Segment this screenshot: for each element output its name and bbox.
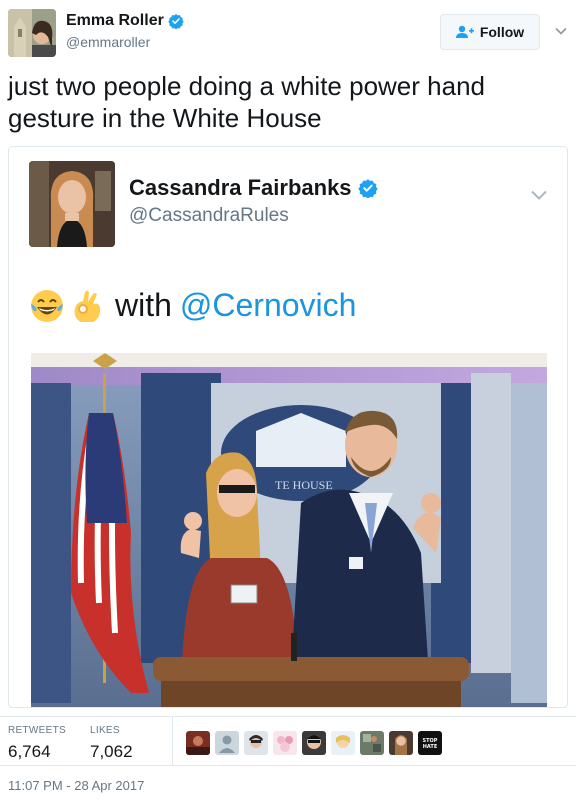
tweet-timestamp[interactable]: 11:07 PM - 28 Apr 2017 (8, 778, 144, 793)
svg-text:HATE: HATE (423, 744, 438, 750)
author-avatar[interactable] (8, 9, 56, 57)
mention-link[interactable]: @Cernovich (180, 287, 357, 324)
laughing-crying-emoji-icon (31, 289, 63, 322)
follow-button-label: Follow (479, 24, 525, 40)
tweet-header: Emma Roller @emmaroller Follow (0, 0, 576, 70)
verified-badge-icon (357, 179, 378, 198)
quoted-text-word: with (115, 287, 172, 323)
stats-divider (172, 717, 173, 765)
retweets-value: 6,764 (8, 742, 51, 761)
tweet-text: just two people doing a white power hand… (8, 71, 485, 133)
liker-avatar[interactable] (389, 731, 413, 755)
chevron-down-icon[interactable] (554, 24, 568, 38)
liker-avatar[interactable] (302, 731, 326, 755)
liker-avatar[interactable] (360, 731, 384, 755)
liker-avatars: STOP HATE (186, 731, 442, 755)
liker-avatar[interactable] (273, 731, 297, 755)
quoted-tweet-card[interactable]: Cassandra Fairbanks @CassandraRules with… (8, 146, 568, 708)
quoted-tweet-photo[interactable]: TE HOUSE (31, 353, 547, 707)
quoted-author-handle[interactable]: @CassandraRules (129, 205, 289, 227)
author-name[interactable]: Emma Roller (66, 12, 184, 30)
follow-button[interactable]: Follow (440, 14, 540, 50)
retweets-label: RETWEETS (8, 725, 66, 736)
ok-hand-emoji-icon (74, 290, 101, 322)
author-name-text[interactable]: Emma Roller (66, 12, 164, 30)
liker-avatar[interactable] (244, 731, 268, 755)
liker-avatar-stop-hate[interactable]: STOPHATE (418, 731, 442, 755)
add-user-icon (455, 25, 474, 38)
likes-value: 7,062 (90, 742, 133, 761)
retweet-count[interactable]: RETWEETS 6,764 (8, 725, 66, 762)
quoted-tweet-text: with @Cernovich (29, 287, 356, 324)
likes-label: LIKES (90, 725, 120, 736)
like-count[interactable]: LIKES 7,062 (90, 725, 133, 762)
quoted-author-name[interactable]: Cassandra Fairbanks (129, 175, 378, 201)
author-handle[interactable]: @emmaroller (66, 34, 150, 50)
quoted-author-avatar[interactable] (29, 161, 115, 247)
chevron-down-icon[interactable] (529, 185, 549, 205)
quoted-author-name-text[interactable]: Cassandra Fairbanks (129, 175, 352, 201)
default-avatar-icon[interactable] (215, 731, 239, 755)
verified-badge-icon (168, 14, 184, 29)
liker-avatar[interactable] (186, 731, 210, 755)
liker-avatar[interactable] (331, 731, 355, 755)
seal-text: TE HOUSE (275, 478, 333, 492)
tweet-stats: RETWEETS 6,764 LIKES 7,062 STOP HATE (0, 716, 576, 766)
